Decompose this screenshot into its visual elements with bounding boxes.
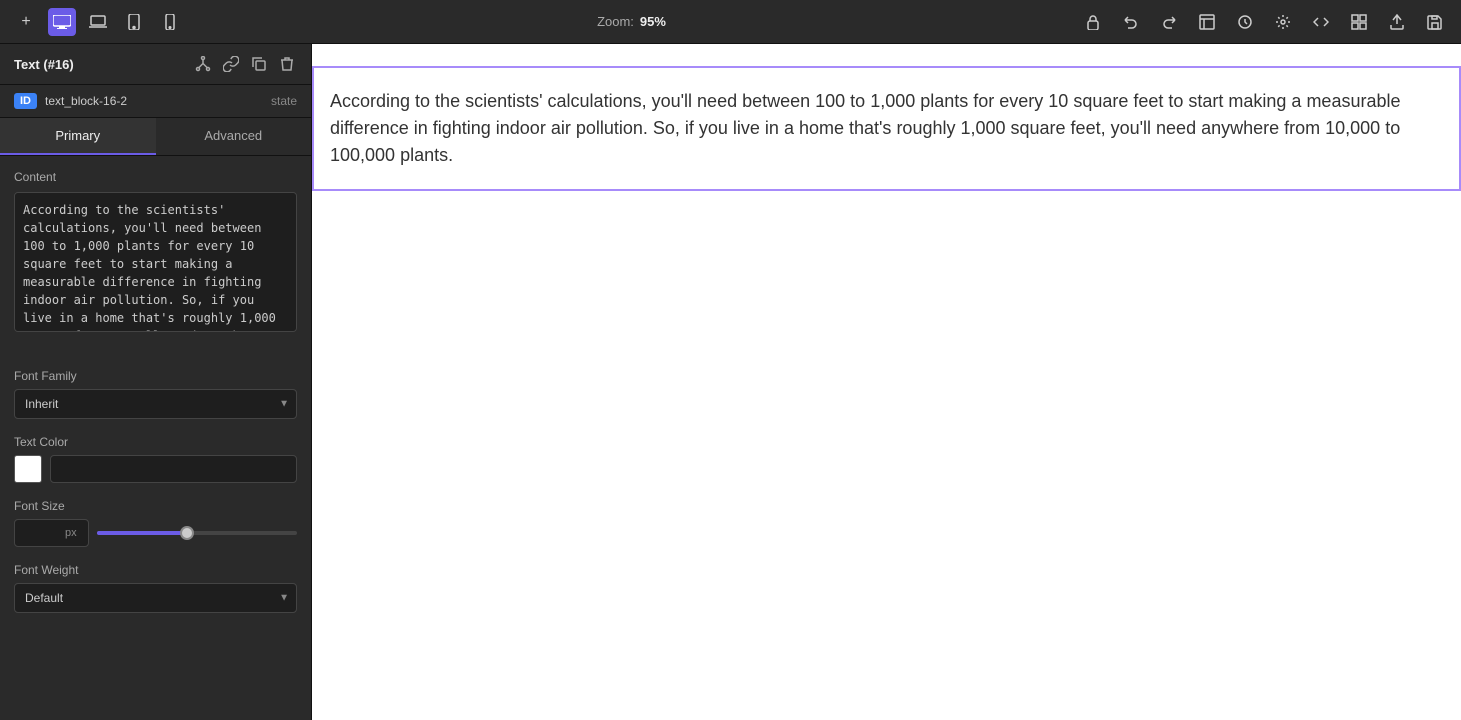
font-size-input[interactable]: [15, 520, 65, 546]
layout-icon[interactable]: [1193, 8, 1221, 36]
delete-icon[interactable]: [277, 54, 297, 74]
font-weight-label: Font Weight: [14, 563, 297, 577]
canvas-paragraph: According to the scientists' calculation…: [330, 88, 1443, 169]
save-icon[interactable]: [1421, 8, 1449, 36]
color-swatch[interactable]: [14, 455, 42, 483]
toolbar-left: +: [12, 8, 184, 36]
panel-header-icons: [193, 54, 297, 74]
text-block-wrapper: Text According to the scientists' calcul…: [312, 44, 1461, 191]
font-size-group: Font Size px: [14, 499, 297, 547]
slider-fill: [97, 531, 187, 535]
redo-icon[interactable]: [1155, 8, 1183, 36]
panel-content: Content According to the scientists' cal…: [0, 156, 311, 720]
desktop-icon[interactable]: [48, 8, 76, 36]
text-color-label: Text Color: [14, 435, 297, 449]
undo-icon[interactable]: [1117, 8, 1145, 36]
text-color-group: Text Color: [14, 435, 297, 483]
tablet-icon[interactable]: [120, 8, 148, 36]
tab-primary[interactable]: Primary: [0, 118, 156, 155]
font-family-select[interactable]: Inherit: [14, 389, 297, 419]
panel-header: Text (#16): [0, 44, 311, 85]
slider-track: [97, 531, 297, 535]
canvas-area[interactable]: Text According to the scientists' calcul…: [312, 44, 1461, 720]
content-label: Content: [14, 170, 297, 184]
font-family-group: Font Family Inherit ▼: [14, 369, 297, 419]
add-button[interactable]: +: [12, 8, 40, 36]
panel-title: Text (#16): [14, 57, 74, 72]
slider-thumb[interactable]: [180, 526, 194, 540]
font-size-row: px: [14, 519, 297, 547]
code-icon[interactable]: [1307, 8, 1335, 36]
state-label: state: [271, 94, 297, 108]
settings-icon[interactable]: [1269, 8, 1297, 36]
main-layout: Text (#16) ID text_block-16-2 state: [0, 44, 1461, 720]
left-panel: Text (#16) ID text_block-16-2 state: [0, 44, 312, 720]
toolbar-right: [1079, 8, 1449, 36]
font-weight-select[interactable]: Default: [14, 583, 297, 613]
id-row: ID text_block-16-2 state: [0, 85, 311, 118]
zoom-label: Zoom:: [597, 14, 634, 29]
selected-text-block[interactable]: According to the scientists' calculation…: [312, 66, 1461, 191]
tab-advanced[interactable]: Advanced: [156, 118, 312, 155]
history-icon[interactable]: [1231, 8, 1259, 36]
color-row: [14, 455, 297, 483]
color-input[interactable]: [50, 455, 297, 483]
content-textarea[interactable]: According to the scientists' calculation…: [14, 192, 297, 332]
font-family-select-wrap: Inherit ▼: [14, 389, 297, 419]
hierarchy-icon[interactable]: [193, 54, 213, 74]
grid-icon[interactable]: [1345, 8, 1373, 36]
lock-icon[interactable]: [1079, 8, 1107, 36]
zoom-value[interactable]: 95%: [640, 14, 666, 29]
font-size-unit: px: [65, 527, 83, 539]
mobile-icon[interactable]: [156, 8, 184, 36]
font-weight-select-wrap: Default ▼: [14, 583, 297, 613]
zoom-display: Zoom: 95%: [597, 14, 666, 29]
content-section: Content According to the scientists' cal…: [14, 170, 297, 353]
link-icon[interactable]: [221, 54, 241, 74]
font-size-input-wrap: px: [14, 519, 89, 547]
panel-tabs: Primary Advanced: [0, 118, 311, 156]
canvas-inner: Text According to the scientists' calcul…: [312, 44, 1461, 720]
id-badge: ID: [14, 93, 37, 109]
font-weight-group: Font Weight Default ▼: [14, 563, 297, 613]
laptop-icon[interactable]: [84, 8, 112, 36]
font-size-label: Font Size: [14, 499, 297, 513]
font-family-label: Font Family: [14, 369, 297, 383]
top-toolbar: + Zoom: 95%: [0, 0, 1461, 44]
export-icon[interactable]: [1383, 8, 1411, 36]
duplicate-icon[interactable]: [249, 54, 269, 74]
font-size-slider[interactable]: [97, 524, 297, 542]
id-value[interactable]: text_block-16-2: [45, 94, 263, 108]
